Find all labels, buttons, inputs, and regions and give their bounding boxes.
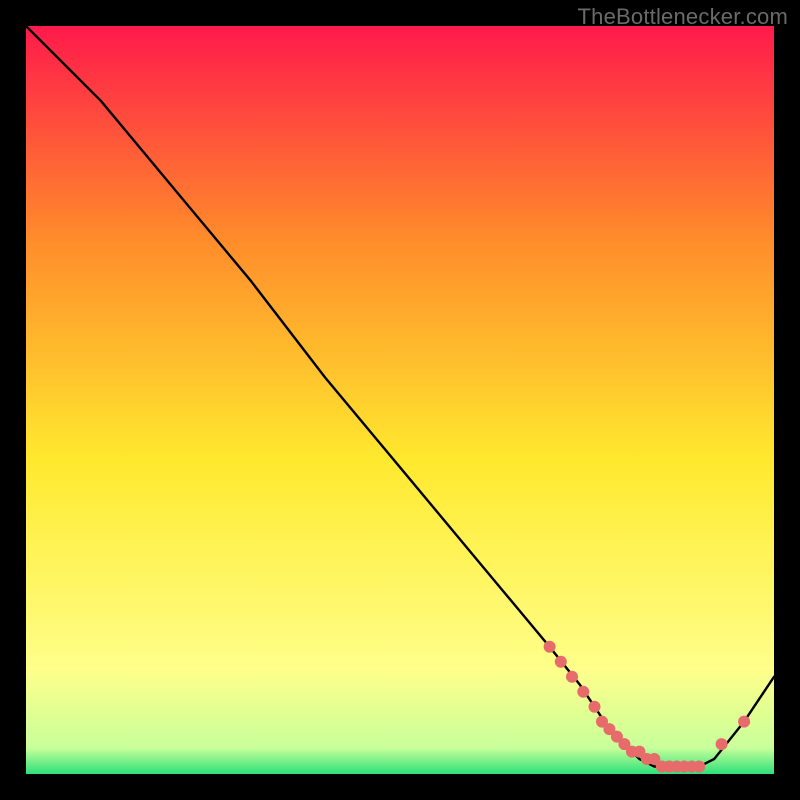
plot-area bbox=[26, 26, 774, 774]
dot bbox=[738, 716, 750, 728]
dot bbox=[555, 656, 567, 668]
gradient-background bbox=[26, 26, 774, 774]
chart-frame: TheBottlenecker.com bbox=[0, 0, 800, 800]
dot bbox=[566, 671, 578, 683]
dot bbox=[577, 686, 589, 698]
dot bbox=[544, 641, 556, 653]
dot bbox=[716, 738, 728, 750]
dot bbox=[693, 761, 705, 773]
watermark-label: TheBottlenecker.com bbox=[578, 4, 788, 30]
chart-svg bbox=[26, 26, 774, 774]
dot bbox=[589, 701, 601, 713]
